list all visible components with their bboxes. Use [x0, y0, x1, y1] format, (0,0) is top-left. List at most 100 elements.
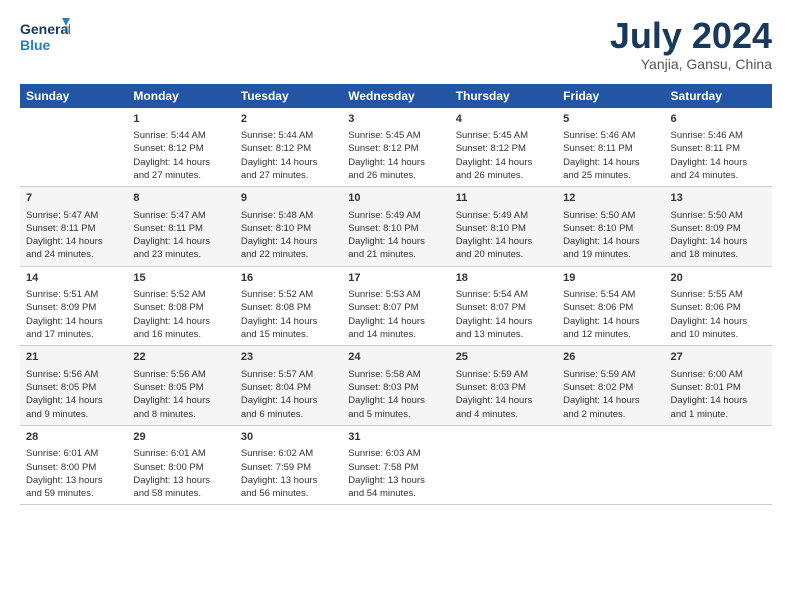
day-info: Sunrise: 5:45 AM Sunset: 8:12 PM Dayligh… [456, 129, 551, 182]
week-row: 21Sunrise: 5:56 AM Sunset: 8:05 PM Dayli… [20, 346, 772, 426]
day-info: Sunrise: 6:01 AM Sunset: 8:00 PM Dayligh… [133, 447, 228, 500]
day-number: 27 [671, 350, 766, 365]
week-row: 7 Sunrise: 5:47 AM Sunset: 8:11 PM Daylig… [20, 187, 772, 267]
logo-svg: General Blue [20, 16, 70, 60]
header-day: Friday [557, 84, 664, 108]
day-number: 22 [133, 350, 228, 365]
day-number: 13 [671, 191, 766, 206]
day-info: Sunrise: 5:55 AM Sunset: 8:06 PM Dayligh… [671, 288, 766, 341]
svg-text:General: General [20, 21, 70, 37]
day-number: 18 [456, 271, 551, 286]
calendar-cell: 13 Sunrise: 5:50 AM Sunset: 8:09 PM Dayli… [665, 187, 772, 267]
day-info: Sunrise: 5:49 AM Sunset: 8:10 PM Dayligh… [348, 209, 443, 262]
day-number: 4 [456, 112, 551, 127]
day-number: 3 [348, 112, 443, 127]
header-day: Thursday [450, 84, 557, 108]
day-number: 20 [671, 271, 766, 286]
day-number: 7 [26, 191, 121, 206]
day-info: Sunrise: 5:54 AM Sunset: 8:06 PM Dayligh… [563, 288, 658, 341]
calendar-cell: 4 Sunrise: 5:45 AM Sunset: 8:12 PM Daylig… [450, 108, 557, 187]
day-number: 26 [563, 350, 658, 365]
logo: General Blue [20, 16, 70, 60]
day-info: Sunrise: 5:46 AM Sunset: 8:11 PM Dayligh… [671, 129, 766, 182]
day-info: Sunrise: 5:54 AM Sunset: 8:07 PM Dayligh… [456, 288, 551, 341]
day-info: Sunrise: 5:47 AM Sunset: 8:11 PM Dayligh… [26, 209, 121, 262]
day-number: 10 [348, 191, 443, 206]
calendar-cell: 20 Sunrise: 5:55 AM Sunset: 8:06 PM Dayli… [665, 266, 772, 346]
day-info: Sunrise: 5:49 AM Sunset: 8:10 PM Dayligh… [456, 209, 551, 262]
day-info: Sunrise: 5:47 AM Sunset: 8:11 PM Dayligh… [133, 209, 228, 262]
day-number: 12 [563, 191, 658, 206]
calendar-cell: 7 Sunrise: 5:47 AM Sunset: 8:11 PM Daylig… [20, 187, 127, 267]
page-header: General Blue July 2024 Yanjia, Gansu, Ch… [20, 16, 772, 72]
calendar-cell: 1 Sunrise: 5:44 AM Sunset: 8:12 PM Daylig… [127, 108, 234, 187]
day-number: 14 [26, 271, 121, 286]
day-number: 29 [133, 430, 228, 445]
day-info: Sunrise: 5:56 AM Sunset: 8:05 PM Dayligh… [133, 368, 228, 421]
day-number: 19 [563, 271, 658, 286]
day-number: 11 [456, 191, 551, 206]
calendar-cell: 28 Sunrise: 6:01 AM Sunset: 8:00 PM Dayli… [20, 425, 127, 505]
calendar-cell: 21Sunrise: 5:56 AM Sunset: 8:05 PM Dayli… [20, 346, 127, 426]
header-day: Tuesday [235, 84, 342, 108]
calendar-cell: 9 Sunrise: 5:48 AM Sunset: 8:10 PM Daylig… [235, 187, 342, 267]
month-title: July 2024 [610, 16, 772, 56]
day-info: Sunrise: 5:45 AM Sunset: 8:12 PM Dayligh… [348, 129, 443, 182]
day-info: Sunrise: 5:50 AM Sunset: 8:09 PM Dayligh… [671, 209, 766, 262]
calendar-cell: 23Sunrise: 5:57 AM Sunset: 8:04 PM Dayli… [235, 346, 342, 426]
day-number: 17 [348, 271, 443, 286]
calendar-cell: 12Sunrise: 5:50 AM Sunset: 8:10 PM Dayli… [557, 187, 664, 267]
day-info: Sunrise: 5:51 AM Sunset: 8:09 PM Dayligh… [26, 288, 121, 341]
day-info: Sunrise: 5:59 AM Sunset: 8:02 PM Dayligh… [563, 368, 658, 421]
calendar-cell: 5 Sunrise: 5:46 AM Sunset: 8:11 PM Daylig… [557, 108, 664, 187]
calendar-cell: 29 Sunrise: 6:01 AM Sunset: 8:00 PM Dayli… [127, 425, 234, 505]
calendar-cell: 18 Sunrise: 5:54 AM Sunset: 8:07 PM Dayli… [450, 266, 557, 346]
calendar-cell: 14 Sunrise: 5:51 AM Sunset: 8:09 PM Dayli… [20, 266, 127, 346]
title-block: July 2024 Yanjia, Gansu, China [610, 16, 772, 72]
calendar-cell [557, 425, 664, 505]
day-number: 25 [456, 350, 551, 365]
day-info: Sunrise: 5:44 AM Sunset: 8:12 PM Dayligh… [241, 129, 336, 182]
day-info: Sunrise: 6:01 AM Sunset: 8:00 PM Dayligh… [26, 447, 121, 500]
header-day: Wednesday [342, 84, 449, 108]
calendar-cell: 25 Sunrise: 5:59 AM Sunset: 8:03 PM Dayli… [450, 346, 557, 426]
day-info: Sunrise: 5:59 AM Sunset: 8:03 PM Dayligh… [456, 368, 551, 421]
week-row: 14 Sunrise: 5:51 AM Sunset: 8:09 PM Dayli… [20, 266, 772, 346]
calendar-cell: 30 Sunrise: 6:02 AM Sunset: 7:59 PM Dayli… [235, 425, 342, 505]
calendar-cell: 31Sunrise: 6:03 AM Sunset: 7:58 PM Dayli… [342, 425, 449, 505]
day-info: Sunrise: 5:57 AM Sunset: 8:04 PM Dayligh… [241, 368, 336, 421]
day-info: Sunrise: 5:58 AM Sunset: 8:03 PM Dayligh… [348, 368, 443, 421]
calendar-cell: 26 Sunrise: 5:59 AM Sunset: 8:02 PM Dayli… [557, 346, 664, 426]
calendar-cell: 3 Sunrise: 5:45 AM Sunset: 8:12 PM Daylig… [342, 108, 449, 187]
day-info: Sunrise: 5:46 AM Sunset: 8:11 PM Dayligh… [563, 129, 658, 182]
calendar-cell: 24Sunrise: 5:58 AM Sunset: 8:03 PM Dayli… [342, 346, 449, 426]
day-info: Sunrise: 5:52 AM Sunset: 8:08 PM Dayligh… [241, 288, 336, 341]
calendar-cell: 17 Sunrise: 5:53 AM Sunset: 8:07 PM Dayli… [342, 266, 449, 346]
week-row: 1 Sunrise: 5:44 AM Sunset: 8:12 PM Daylig… [20, 108, 772, 187]
day-info: Sunrise: 5:44 AM Sunset: 8:12 PM Dayligh… [133, 129, 228, 182]
calendar-cell [665, 425, 772, 505]
day-info: Sunrise: 5:56 AM Sunset: 8:05 PM Dayligh… [26, 368, 121, 421]
day-number: 30 [241, 430, 336, 445]
calendar-cell: 15Sunrise: 5:52 AM Sunset: 8:08 PM Dayli… [127, 266, 234, 346]
calendar-cell [450, 425, 557, 505]
day-number: 6 [671, 112, 766, 127]
day-number: 9 [241, 191, 336, 206]
day-info: Sunrise: 6:00 AM Sunset: 8:01 PM Dayligh… [671, 368, 766, 421]
day-number: 28 [26, 430, 121, 445]
header-day: Saturday [665, 84, 772, 108]
location: Yanjia, Gansu, China [610, 56, 772, 72]
day-info: Sunrise: 6:02 AM Sunset: 7:59 PM Dayligh… [241, 447, 336, 500]
header-row: SundayMondayTuesdayWednesdayThursdayFrid… [20, 84, 772, 108]
calendar-cell [20, 108, 127, 187]
calendar-cell: 27 Sunrise: 6:00 AM Sunset: 8:01 PM Dayli… [665, 346, 772, 426]
day-number: 5 [563, 112, 658, 127]
day-info: Sunrise: 5:48 AM Sunset: 8:10 PM Dayligh… [241, 209, 336, 262]
calendar-cell: 6 Sunrise: 5:46 AM Sunset: 8:11 PM Daylig… [665, 108, 772, 187]
calendar-cell: 22 Sunrise: 5:56 AM Sunset: 8:05 PM Dayli… [127, 346, 234, 426]
calendar-cell: 2Sunrise: 5:44 AM Sunset: 8:12 PM Daylig… [235, 108, 342, 187]
day-info: Sunrise: 6:03 AM Sunset: 7:58 PM Dayligh… [348, 447, 443, 500]
day-info: Sunrise: 5:53 AM Sunset: 8:07 PM Dayligh… [348, 288, 443, 341]
day-info: Sunrise: 5:52 AM Sunset: 8:08 PM Dayligh… [133, 288, 228, 341]
day-number: 1 [133, 112, 228, 127]
